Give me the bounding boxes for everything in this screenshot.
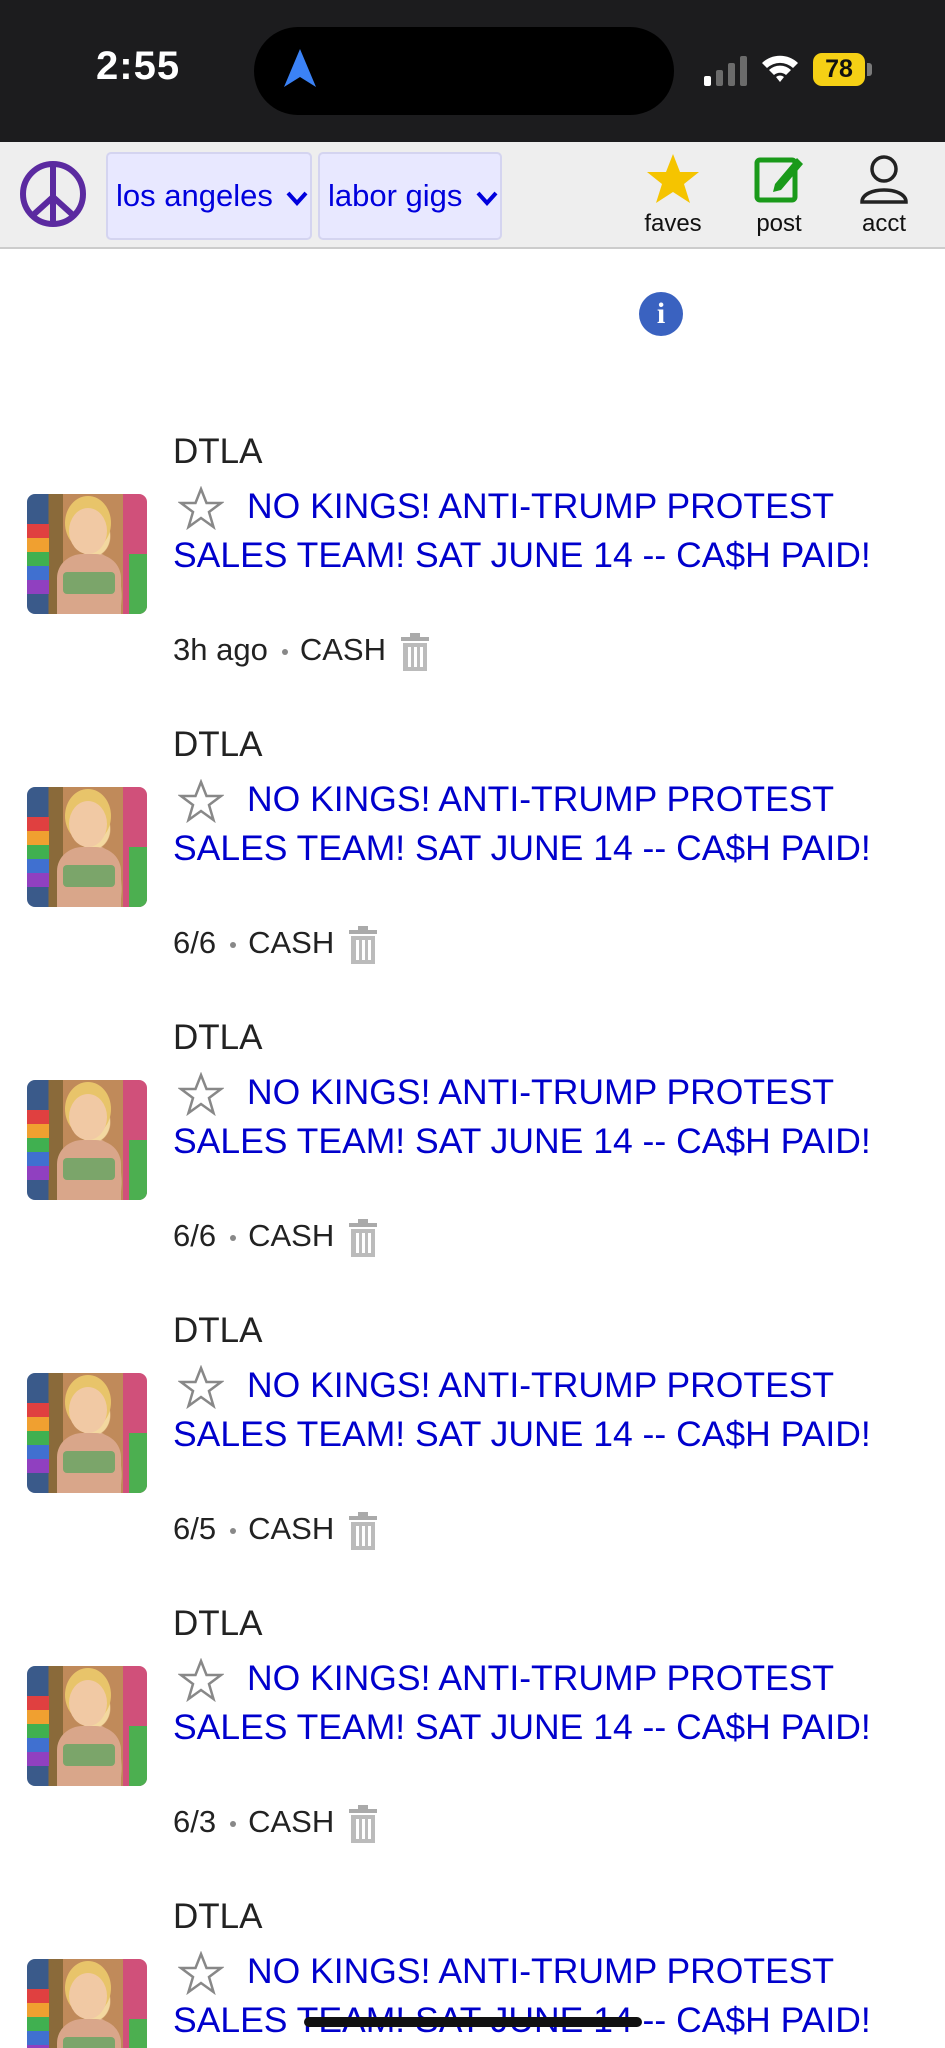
faves-button[interactable]: faves (628, 152, 718, 242)
listing-thumbnail[interactable] (27, 1373, 147, 1493)
favorite-star-icon[interactable] (178, 1365, 224, 1409)
favorite-star-icon[interactable] (178, 486, 224, 530)
separator-dot (230, 1527, 237, 1534)
site-header: los angeles labor gigs faves post acct (0, 142, 945, 249)
listing-pay: CASH (299, 632, 386, 667)
favorite-star-icon[interactable] (178, 1951, 224, 1995)
location-arrow-icon (284, 49, 316, 87)
area-dropdown-label: los angeles (116, 178, 273, 213)
listing-title-link[interactable]: NO KINGS! ANTI-TRUMP PROTEST SALES TEAM!… (173, 775, 913, 873)
listing-meta: 3h ago CASH (173, 630, 430, 671)
battery-level: 78 (813, 53, 865, 86)
listing-meta: 6/6 CASH (173, 1216, 378, 1257)
separator-dot (281, 648, 288, 655)
favorite-star-icon[interactable] (178, 1072, 224, 1116)
user-icon (860, 155, 908, 204)
listing-date: 3h ago (173, 632, 268, 667)
listing-thumbnail[interactable] (27, 494, 147, 614)
listing-location: DTLA (173, 1311, 263, 1350)
listing-date: 6/3 (173, 1804, 217, 1839)
acct-label: acct (861, 210, 906, 237)
listing-meta: 6/3 CASH (173, 1802, 378, 1843)
listing-location: DTLA (173, 1897, 263, 1936)
favorite-star-icon[interactable] (178, 779, 224, 823)
chevron-down-icon (286, 191, 308, 206)
listing-title-link[interactable]: NO KINGS! ANTI-TRUMP PROTEST SALES TEAM!… (173, 1068, 913, 1166)
listing-item[interactable]: DTLA NO KINGS! ANTI-TRUMP PROTEST SALES … (0, 1311, 945, 1604)
listing-location: DTLA (173, 1018, 263, 1057)
listing-title-link[interactable]: NO KINGS! ANTI-TRUMP PROTEST SALES TEAM!… (173, 1361, 913, 1459)
listing-thumbnail[interactable] (27, 787, 147, 907)
info-icon[interactable]: i (639, 292, 683, 336)
listing-thumbnail[interactable] (27, 1080, 147, 1200)
edit-icon (754, 157, 803, 203)
area-dropdown[interactable]: los angeles (106, 152, 312, 240)
listing-location: DTLA (173, 1604, 263, 1643)
separator-dot (230, 941, 237, 948)
listing-thumbnail[interactable] (27, 1959, 147, 2048)
wifi-icon (762, 55, 798, 82)
peace-sign-icon[interactable] (18, 159, 88, 229)
status-bar: 2:55 78 (0, 0, 945, 142)
star-filled-icon (647, 154, 699, 203)
listing-item[interactable]: DTLA NO KINGS! ANTI-TRUMP PROTEST SALES … (0, 725, 945, 1018)
favorite-star-icon[interactable] (178, 1658, 224, 1702)
listing-item[interactable]: DTLA NO KINGS! ANTI-TRUMP PROTEST SALES … (0, 432, 945, 725)
listing-pay: CASH (248, 925, 335, 960)
listing-location: DTLA (173, 432, 263, 471)
listing-pay: CASH (248, 1804, 335, 1839)
listing-date: 6/6 (173, 925, 217, 960)
dynamic-island (254, 27, 674, 115)
trash-icon[interactable] (348, 1511, 378, 1550)
account-button[interactable]: acct (839, 152, 929, 242)
trash-icon[interactable] (348, 1804, 378, 1843)
category-dropdown[interactable]: labor gigs (318, 152, 502, 240)
trash-icon[interactable] (348, 1218, 378, 1257)
listing-pay: CASH (248, 1218, 335, 1253)
listing-title-link[interactable]: NO KINGS! ANTI-TRUMP PROTEST SALES TEAM!… (173, 482, 913, 580)
listing-location: DTLA (173, 725, 263, 764)
cellular-signal-icon (704, 56, 747, 86)
listing-item[interactable]: DTLA NO KINGS! ANTI-TRUMP PROTEST SALES … (0, 1604, 945, 1897)
status-time: 2:55 (96, 44, 181, 88)
battery-icon: 78 (813, 53, 872, 86)
separator-dot (230, 1234, 237, 1241)
trash-icon[interactable] (348, 925, 378, 964)
chevron-down-icon (476, 191, 498, 206)
separator-dot (230, 1820, 237, 1827)
post-label: post (756, 210, 802, 237)
listing-date: 6/5 (173, 1511, 217, 1546)
trash-icon[interactable] (400, 632, 430, 671)
listing-meta: 6/5 CASH (173, 1509, 378, 1550)
listing-meta: 6/6 CASH (173, 923, 378, 964)
listing-thumbnail[interactable] (27, 1666, 147, 1786)
battery-cap (867, 63, 872, 76)
category-dropdown-label: labor gigs (328, 178, 463, 213)
faves-label: faves (644, 210, 702, 237)
listing-title-link[interactable]: NO KINGS! ANTI-TRUMP PROTEST SALES TEAM!… (173, 1654, 913, 1752)
home-indicator[interactable] (304, 2017, 642, 2027)
post-button[interactable]: post (734, 152, 824, 242)
listing-title-link[interactable]: NO KINGS! ANTI-TRUMP PROTEST SALES TEAM!… (173, 1947, 913, 2045)
listing-item[interactable]: DTLA NO KINGS! ANTI-TRUMP PROTEST SALES … (0, 1018, 945, 1311)
listing-pay: CASH (248, 1511, 335, 1546)
listing-date: 6/6 (173, 1218, 217, 1253)
